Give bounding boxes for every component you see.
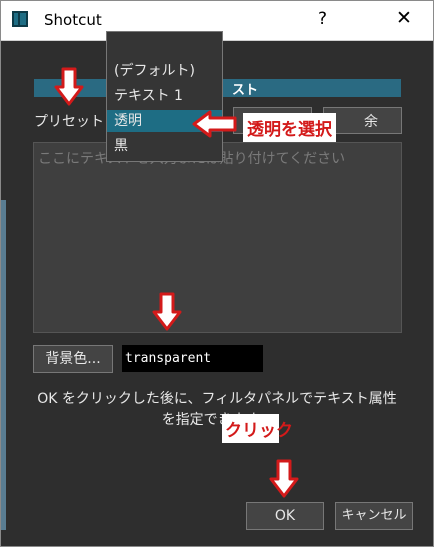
ok-button[interactable]: OK	[246, 502, 324, 530]
window-title: Shotcut	[44, 11, 102, 29]
help-button[interactable]: ?	[318, 9, 327, 29]
section-header-text: スト	[232, 83, 259, 98]
background-color-button[interactable]: 背景色...	[33, 345, 113, 373]
left-arrow-icon	[192, 110, 237, 138]
shotcut-app-icon	[12, 11, 28, 27]
close-button[interactable]: ✕	[396, 7, 412, 29]
background-window-strip	[0, 200, 6, 530]
text-input-area[interactable]: ここにテキストを入力または貼り付けてください	[33, 142, 402, 333]
down-arrow-icon	[54, 67, 84, 106]
down-arrow-icon	[269, 459, 299, 498]
down-arrow-icon	[152, 292, 182, 331]
preset-option-text1[interactable]: テキスト 1	[107, 85, 222, 107]
background-color-value: transparent	[122, 345, 263, 372]
preset-option-black[interactable]: 黒	[107, 135, 222, 157]
preset-label: プリセット	[34, 114, 104, 130]
preset-dropdown-list: (デフォルト) テキスト 1 透明 黒	[106, 31, 223, 162]
annotation-select-transparent: 透明を選択	[243, 113, 336, 142]
preset-option-default[interactable]: (デフォルト)	[107, 60, 222, 82]
cancel-button[interactable]: キャンセル	[335, 502, 413, 530]
preset-delete-label: 余	[364, 114, 378, 130]
annotation-click: クリック	[222, 414, 293, 443]
info-text: OK をクリックした後に、フィルタパネルでテキスト属性を指定できます。	[37, 391, 397, 428]
